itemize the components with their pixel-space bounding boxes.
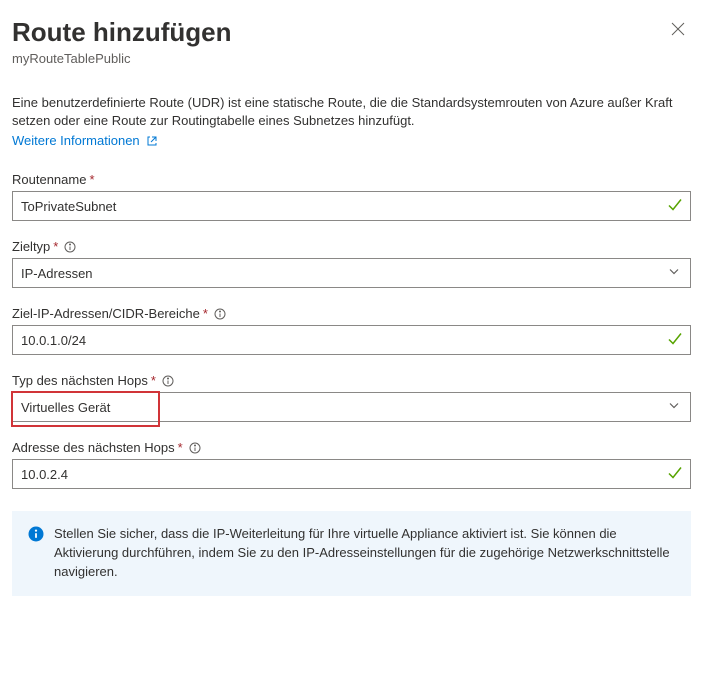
next-hop-type-label: Typ des nächsten Hops <box>12 373 148 388</box>
required-indicator: * <box>53 239 58 254</box>
route-name-label: Routenname <box>12 172 86 187</box>
next-hop-addr-input[interactable] <box>12 459 691 489</box>
learn-more-label: Weitere Informationen <box>12 133 140 148</box>
page-subtitle: myRouteTablePublic <box>12 51 232 66</box>
info-tooltip-trigger[interactable] <box>189 442 201 454</box>
required-indicator: * <box>151 373 156 388</box>
info-banner: Stellen Sie sicher, dass die IP-Weiterle… <box>12 511 691 596</box>
required-indicator: * <box>203 306 208 321</box>
info-banner-icon <box>28 526 44 548</box>
learn-more-link[interactable]: Weitere Informationen <box>12 133 158 148</box>
dest-cidr-input[interactable] <box>12 325 691 355</box>
dest-type-label: Zieltyp <box>12 239 50 254</box>
required-indicator: * <box>178 440 183 455</box>
info-icon <box>214 308 226 320</box>
description-text: Eine benutzerdefinierte Route (UDR) ist … <box>12 94 691 132</box>
chevron-down-icon <box>668 400 680 415</box>
required-indicator: * <box>89 172 94 187</box>
page-title: Route hinzufügen <box>12 16 232 49</box>
info-icon <box>64 241 76 253</box>
info-tooltip-trigger[interactable] <box>64 241 76 253</box>
next-hop-type-select[interactable]: Virtuelles Gerät <box>12 392 691 422</box>
chevron-down-icon <box>668 266 680 281</box>
external-link-icon <box>146 135 158 147</box>
next-hop-type-value: Virtuelles Gerät <box>21 400 110 415</box>
close-icon <box>671 22 685 36</box>
dest-type-select[interactable]: IP-Adressen <box>12 258 691 288</box>
info-tooltip-trigger[interactable] <box>214 308 226 320</box>
close-button[interactable] <box>665 16 691 47</box>
info-icon <box>189 442 201 454</box>
info-tooltip-trigger[interactable] <box>162 375 174 387</box>
info-icon <box>162 375 174 387</box>
info-banner-text: Stellen Sie sicher, dass die IP-Weiterle… <box>54 525 675 582</box>
route-name-input[interactable] <box>12 191 691 221</box>
dest-cidr-label: Ziel-IP-Adressen/CIDR-Bereiche <box>12 306 200 321</box>
dest-type-value: IP-Adressen <box>21 266 93 281</box>
next-hop-addr-label: Adresse des nächsten Hops <box>12 440 175 455</box>
